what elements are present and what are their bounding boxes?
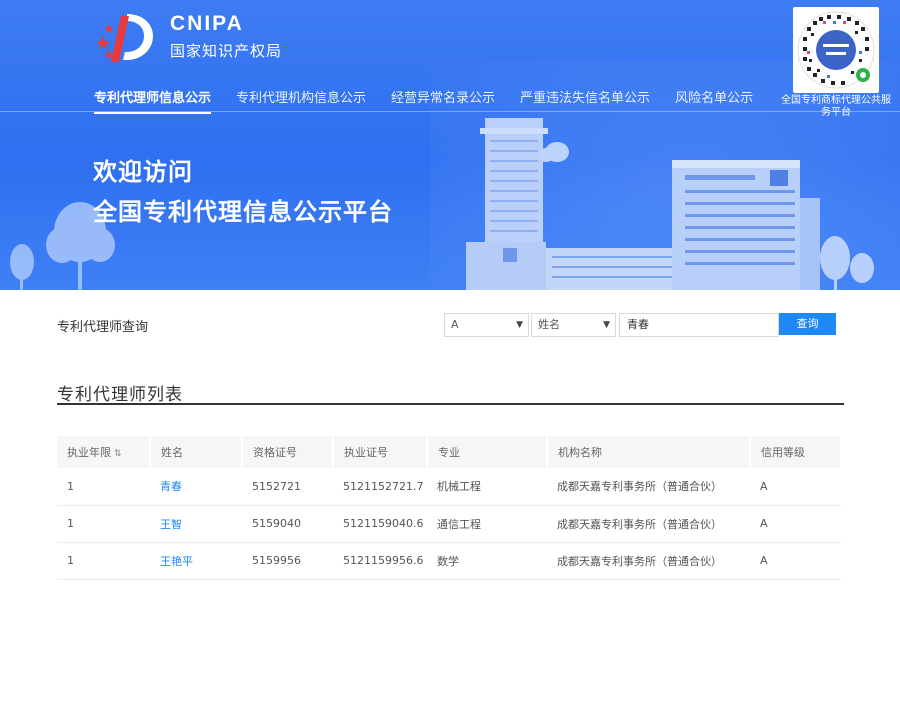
qr-caption: 全国专利商标代理公共服务平台	[781, 95, 891, 118]
cell-years: 1	[57, 505, 150, 543]
cell-major: 数学	[427, 542, 547, 580]
cell-qualification-no: 5159956	[242, 542, 333, 580]
cell-years: 1	[57, 468, 150, 506]
table-row: 1 王智 5159040 5121159040.6 通信工程 成都天嘉专利事务所…	[57, 505, 841, 543]
nav-item-dishonest-list[interactable]: 严重违法失信名单公示	[520, 87, 650, 114]
credit-level-select[interactable]: A ▼	[444, 313, 529, 337]
table-row: 1 青春 5152721 5121152721.7 机械工程 成都天嘉专利事务所…	[57, 468, 841, 506]
table-header-row: 执业年限 ⇅ 姓名 资格证号 执业证号 专业 机构名称 信用等级	[57, 436, 842, 468]
column-header-agency: 机构名称	[547, 436, 751, 468]
cnipa-logo	[96, 14, 153, 62]
agent-name-link[interactable]: 青春	[150, 468, 242, 506]
cell-credit: A	[750, 542, 841, 580]
search-section-title: 专利代理师查询	[57, 320, 149, 335]
brand-english-name: CNIPA	[170, 12, 244, 35]
cell-credit: A	[750, 505, 841, 543]
agent-name-link[interactable]: 王艳平	[150, 542, 242, 580]
brand-chinese-name: 国家知识产权局	[170, 42, 283, 60]
column-header-credit: 信用等级	[750, 436, 842, 468]
list-title-underline	[57, 403, 844, 405]
credit-level-select-value: A	[451, 318, 459, 331]
cell-agency: 成都天嘉专利事务所（普通合伙）	[547, 468, 750, 506]
platform-title: 全国专利代理信息公示平台	[93, 198, 393, 226]
header-divider	[0, 111, 900, 112]
cell-agency: 成都天嘉专利事务所（普通合伙）	[547, 542, 750, 580]
cell-practice-no: 5121159956.6	[333, 542, 427, 580]
cell-qualification-no: 5152721	[242, 468, 333, 506]
search-field-select[interactable]: 姓名 ▼	[531, 313, 616, 337]
nav-item-agent-info[interactable]: 专利代理师信息公示	[94, 87, 212, 114]
chevron-down-icon: ▼	[516, 320, 523, 330]
agent-table: 执业年限 ⇅ 姓名 资格证号 执业证号 专业 机构名称 信用等级 1 青春 515…	[57, 436, 842, 580]
sort-icon[interactable]: ⇅	[114, 449, 122, 459]
cell-credit: A	[750, 468, 841, 506]
chevron-down-icon: ▼	[603, 320, 610, 330]
agent-name-link[interactable]: 王智	[150, 505, 242, 543]
cell-practice-no: 5121152721.7	[333, 468, 427, 506]
qr-code-icon	[797, 11, 875, 89]
nav-item-agency-info[interactable]: 专利代理机构信息公示	[236, 87, 366, 114]
banner: CNIPA 国家知识产权局 专利代理师信息公示 专利代理机构信息公示 经营异常名…	[0, 0, 900, 290]
qr-code-card[interactable]	[793, 7, 879, 93]
column-header-practice-no: 执业证号	[333, 436, 428, 468]
column-header-name: 姓名	[150, 436, 243, 468]
search-button[interactable]: 查询	[779, 313, 836, 335]
cell-years: 1	[57, 542, 150, 580]
table-row: 1 王艳平 5159956 5121159956.6 数学 成都天嘉专利事务所（…	[57, 542, 841, 580]
nav-item-abnormal-list[interactable]: 经营异常名录公示	[391, 87, 495, 114]
main-nav: 专利代理师信息公示 专利代理机构信息公示 经营异常名录公示 严重违法失信名单公示…	[94, 87, 778, 114]
cell-major: 机械工程	[427, 468, 547, 506]
cell-practice-no: 5121159040.6	[333, 505, 427, 543]
column-header-major: 专业	[427, 436, 548, 468]
cell-major: 通信工程	[427, 505, 547, 543]
nav-item-risk-list[interactable]: 风险名单公示	[675, 87, 753, 114]
search-field-select-value: 姓名	[538, 318, 560, 331]
column-header-years[interactable]: 执业年限 ⇅	[57, 436, 151, 468]
welcome-heading: 欢迎访问	[93, 158, 193, 186]
list-title: 专利代理师列表	[57, 385, 183, 405]
cell-agency: 成都天嘉专利事务所（普通合伙）	[547, 505, 750, 543]
column-header-qualification-no: 资格证号	[242, 436, 334, 468]
cell-qualification-no: 5159040	[242, 505, 333, 543]
search-input[interactable]: 青春	[619, 313, 779, 337]
